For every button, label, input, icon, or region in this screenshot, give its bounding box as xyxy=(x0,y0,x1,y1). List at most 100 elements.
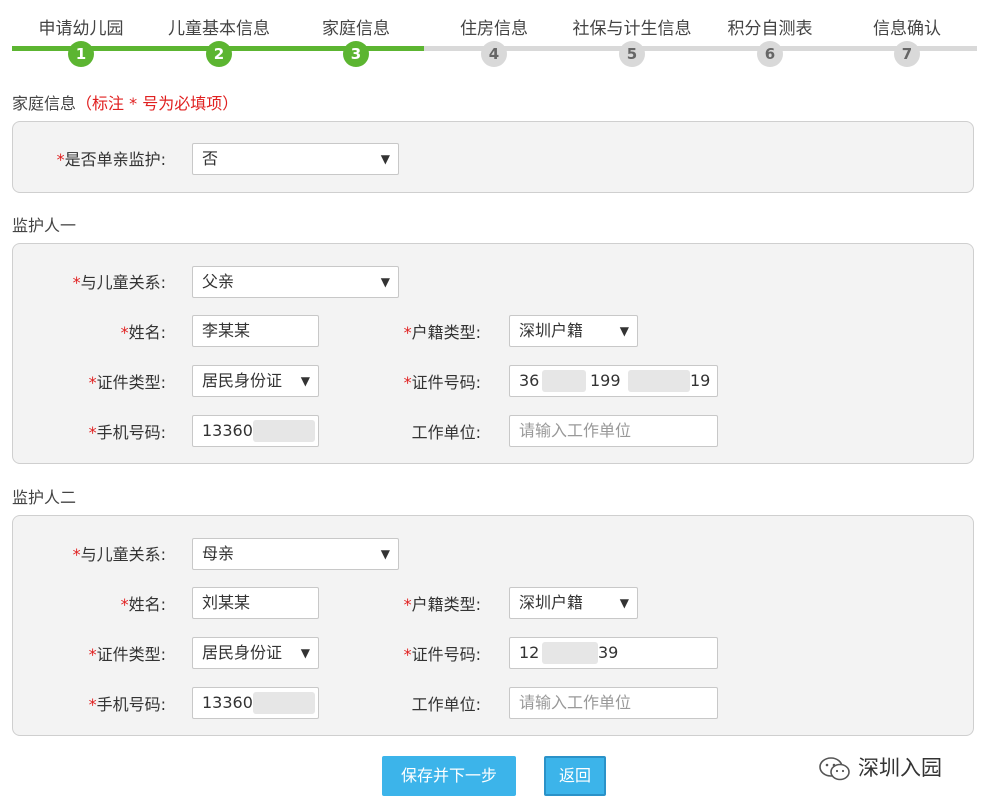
required-star: * xyxy=(72,273,81,292)
single-parent-value: 否 xyxy=(202,149,219,168)
g1-phone-input[interactable]: 13360 xyxy=(192,415,319,447)
redaction-blur xyxy=(542,370,586,392)
required-star: * xyxy=(403,323,412,342)
step-label-4[interactable]: 住房信息 xyxy=(424,14,564,39)
g2-idtype-label: *证件类型: xyxy=(13,640,166,670)
wechat-icon xyxy=(819,757,850,781)
g1-relation-select[interactable]: 父亲 ▼ xyxy=(192,266,399,298)
guardian1-heading: 监护人一 xyxy=(12,216,77,235)
dropdown-arrow-icon: ▼ xyxy=(298,366,310,396)
g2-relation-label-text: 与儿童关系: xyxy=(80,545,166,564)
g2-hukou-select[interactable]: 深圳户籍 ▼ xyxy=(509,587,638,619)
g2-phone-label: *手机号码: xyxy=(13,690,166,720)
g2-phone-value: 13360 xyxy=(202,693,253,712)
progress-stepper: 申请幼儿园 儿童基本信息 家庭信息 住房信息 社保与计生信息 积分自测表 信息确… xyxy=(0,0,990,75)
family-info-title: 家庭信息 xyxy=(12,94,77,113)
step-label-1[interactable]: 申请幼儿园 xyxy=(11,14,151,39)
required-note: （标注 * 号为必填项） xyxy=(76,94,239,113)
step-circle-3[interactable]: 3 xyxy=(343,41,369,67)
g1-idnumber-label: *证件号码: xyxy=(333,368,481,398)
g1-relation-label: *与儿童关系: xyxy=(13,268,166,298)
redaction-blur xyxy=(628,370,690,392)
g2-relation-value: 母亲 xyxy=(202,544,235,563)
g1-hukou-label: *户籍类型: xyxy=(333,318,481,348)
step-circle-6[interactable]: 6 xyxy=(757,41,783,67)
step-circle-1[interactable]: 1 xyxy=(68,41,94,67)
g1-idnumber-label-text: 证件号码: xyxy=(411,373,481,392)
brand-name: 深圳入园 xyxy=(858,756,942,780)
save-and-next-button[interactable]: 保存并下一步 xyxy=(382,756,516,796)
dropdown-arrow-icon: ▼ xyxy=(619,324,629,338)
step-label-3[interactable]: 家庭信息 xyxy=(286,14,426,39)
g1-workunit-label: 工作单位: xyxy=(411,423,481,442)
g1-name-label-text: 姓名: xyxy=(128,323,166,342)
back-button[interactable]: 返回 xyxy=(544,756,606,796)
required-star: * xyxy=(72,545,81,564)
single-parent-label-text: 是否单亲监护: xyxy=(64,150,166,169)
g2-phone-label-text: 手机号码: xyxy=(96,695,166,714)
required-star: * xyxy=(403,595,412,614)
redaction-blur xyxy=(542,642,598,664)
g2-workunit-label: 工作单位: xyxy=(411,695,481,714)
g2-phone-input[interactable]: 13360 xyxy=(192,687,319,719)
step-label-5[interactable]: 社保与计生信息 xyxy=(562,14,702,39)
g1-idtype-label: *证件类型: xyxy=(13,368,166,398)
g2-idnumber-part1: 12 xyxy=(519,643,540,662)
g1-idnumber-input[interactable]: 36 199 19 xyxy=(509,365,718,397)
g2-idtype-select[interactable]: 居民身份证 ▼ xyxy=(192,637,319,669)
g2-idnumber-input[interactable]: 12 39 xyxy=(509,637,718,669)
step-circle-7[interactable]: 7 xyxy=(894,41,920,67)
dropdown-arrow-icon: ▼ xyxy=(380,547,390,561)
single-parent-select[interactable]: 否 ▼ xyxy=(192,143,399,175)
g1-hukou-select[interactable]: 深圳户籍 ▼ xyxy=(509,315,638,347)
dropdown-arrow-icon: ▼ xyxy=(380,152,390,166)
step-label-7[interactable]: 信息确认 xyxy=(837,14,977,39)
guardian1-panel: *与儿童关系: 父亲 ▼ *姓名: 李某某 *户籍类型: 深圳户籍 ▼ *证件类… xyxy=(12,243,974,464)
required-star: * xyxy=(88,373,97,392)
required-star: * xyxy=(88,645,97,664)
required-star: * xyxy=(56,150,65,169)
g2-idnumber-part2: 39 xyxy=(598,643,619,662)
g1-idtype-label-text: 证件类型: xyxy=(96,373,166,392)
g1-name-input[interactable]: 李某某 xyxy=(192,315,319,347)
g2-idnumber-label: *证件号码: xyxy=(333,640,481,670)
single-parent-label: *是否单亲监护: xyxy=(13,145,166,175)
g1-phone-label: *手机号码: xyxy=(13,418,166,448)
g1-workunit-input[interactable]: 请输入工作单位 xyxy=(509,415,718,447)
g2-idtype-value: 居民身份证 xyxy=(202,643,283,662)
g1-phone-value: 13360 xyxy=(202,421,253,440)
g2-hukou-value: 深圳户籍 xyxy=(519,593,584,612)
required-star: * xyxy=(88,423,97,442)
wechat-brand: 深圳入园 xyxy=(818,752,942,782)
g2-workunit-input[interactable]: 请输入工作单位 xyxy=(509,687,718,719)
g1-idnumber-part1: 36 xyxy=(519,371,540,390)
single-parent-panel: *是否单亲监护: 否 ▼ xyxy=(12,121,974,193)
required-star: * xyxy=(88,695,97,714)
g1-idtype-value: 居民身份证 xyxy=(202,371,283,390)
redaction-blur xyxy=(253,692,315,714)
g1-idnumber-part3: 19 xyxy=(690,371,711,390)
family-info-heading: 家庭信息（标注 * 号为必填项） xyxy=(12,90,238,114)
g2-relation-select[interactable]: 母亲 ▼ xyxy=(192,538,399,570)
g1-hukou-value: 深圳户籍 xyxy=(519,321,584,340)
step-label-6[interactable]: 积分自测表 xyxy=(700,14,840,39)
dropdown-arrow-icon: ▼ xyxy=(619,596,629,610)
step-label-2[interactable]: 儿童基本信息 xyxy=(149,14,289,39)
g1-phone-label-text: 手机号码: xyxy=(96,423,166,442)
g1-idtype-select[interactable]: 居民身份证 ▼ xyxy=(192,365,319,397)
required-star: * xyxy=(403,645,412,664)
g1-name-label: *姓名: xyxy=(13,318,166,348)
g2-relation-label: *与儿童关系: xyxy=(13,540,166,570)
guardian2-panel: *与儿童关系: 母亲 ▼ *姓名: 刘某某 *户籍类型: 深圳户籍 ▼ *证件类… xyxy=(12,515,974,736)
dropdown-arrow-icon: ▼ xyxy=(298,638,310,668)
g2-name-input[interactable]: 刘某某 xyxy=(192,587,319,619)
dropdown-arrow-icon: ▼ xyxy=(380,275,390,289)
required-star: * xyxy=(403,373,412,392)
guardian2-heading: 监护人二 xyxy=(12,488,77,507)
g2-idtype-label-text: 证件类型: xyxy=(96,645,166,664)
step-circle-4[interactable]: 4 xyxy=(481,41,507,67)
step-circle-2[interactable]: 2 xyxy=(206,41,232,67)
g2-name-label-text: 姓名: xyxy=(128,595,166,614)
step-circle-5[interactable]: 5 xyxy=(619,41,645,67)
g2-idnumber-label-text: 证件号码: xyxy=(411,645,481,664)
